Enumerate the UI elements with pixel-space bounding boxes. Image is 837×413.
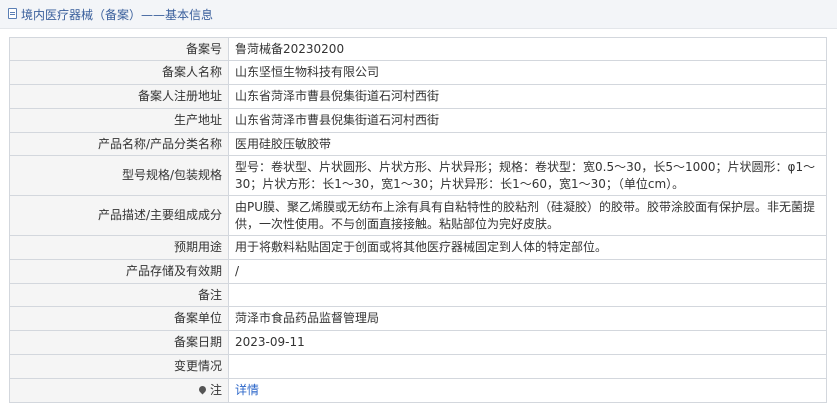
table-row: 备案人名称 山东坚恒生物科技有限公司 bbox=[9, 60, 827, 85]
table-row: 变更情况 bbox=[9, 354, 827, 379]
table-row: 型号规格/包装规格 型号：卷状型、片状圆形、片状方形、片状异形；规格：卷状型：宽… bbox=[9, 155, 827, 196]
field-value-product-description: 由PU膜、聚乙烯膜或无纺布上涂有具有自粘特性的胶粘剂（硅凝胶）的胶带。胶带涂胶面… bbox=[228, 195, 827, 236]
field-value-remarks bbox=[228, 283, 827, 307]
field-label-filing-date: 备案日期 bbox=[9, 330, 229, 355]
field-value-registered-address: 山东省菏泽市曹县倪集街道石河村西街 bbox=[228, 84, 827, 109]
field-label-product-name: 产品名称/产品分类名称 bbox=[9, 132, 229, 156]
field-value-production-address: 山东省菏泽市曹县倪集街道石河村西街 bbox=[228, 108, 827, 133]
field-label-product-description: 产品描述/主要组成成分 bbox=[9, 195, 229, 236]
field-label-registered-address: 备案人注册地址 bbox=[9, 84, 229, 109]
field-value-model-spec: 型号：卷状型、片状圆形、片状方形、片状异形；规格：卷状型：宽0.5～30，长5～… bbox=[228, 155, 827, 196]
details-link[interactable]: 详情 bbox=[235, 383, 259, 397]
field-value-storage-validity: / bbox=[228, 259, 827, 284]
location-pin-icon bbox=[197, 384, 208, 395]
field-label-filer-name: 备案人名称 bbox=[9, 60, 229, 85]
note-label: 注 bbox=[209, 383, 222, 397]
field-label-record-number: 备案号 bbox=[9, 37, 229, 61]
page-header: 境内医疗器械（备案）——基本信息 bbox=[0, 0, 837, 29]
table-row: 备案单位 菏泽市食品药品监督管理局 bbox=[9, 306, 827, 331]
field-label-storage-validity: 产品存储及有效期 bbox=[9, 259, 229, 284]
field-value-product-name: 医用硅胶压敏胶带 bbox=[228, 132, 827, 156]
field-value-intended-use: 用于将敷料粘贴固定于创面或将其他医疗器械固定到人体的特定部位。 bbox=[228, 235, 827, 260]
field-value-record-number: 鲁菏械备20230200 bbox=[228, 37, 827, 61]
table-row: 产品描述/主要组成成分 由PU膜、聚乙烯膜或无纺布上涂有具有自粘特性的胶粘剂（硅… bbox=[9, 195, 827, 236]
table-row: 生产地址 山东省菏泽市曹县倪集街道石河村西街 bbox=[9, 108, 827, 133]
field-value-filing-date: 2023-09-11 bbox=[228, 330, 827, 355]
field-value-filer-name: 山东坚恒生物科技有限公司 bbox=[228, 60, 827, 85]
detail-table: 备案号 鲁菏械备20230200 备案人名称 山东坚恒生物科技有限公司 备案人注… bbox=[9, 37, 827, 403]
field-label-filing-authority: 备案单位 bbox=[9, 306, 229, 331]
field-value-filing-authority: 菏泽市食品药品监督管理局 bbox=[228, 306, 827, 331]
table-row: 产品名称/产品分类名称 医用硅胶压敏胶带 bbox=[9, 132, 827, 156]
table-row: 备案日期 2023-09-11 bbox=[9, 330, 827, 355]
field-label-change-status: 变更情况 bbox=[9, 354, 229, 379]
table-row: 备案号 鲁菏械备20230200 bbox=[9, 37, 827, 61]
document-icon bbox=[8, 8, 17, 19]
field-label-model-spec: 型号规格/包装规格 bbox=[9, 155, 229, 196]
table-row: 产品存储及有效期 / bbox=[9, 259, 827, 284]
field-label-intended-use: 预期用途 bbox=[9, 235, 229, 260]
field-label-note: 注 bbox=[9, 378, 229, 403]
field-value-change-status bbox=[228, 354, 827, 379]
table-row: 注 详情 bbox=[9, 378, 827, 403]
field-label-production-address: 生产地址 bbox=[9, 108, 229, 133]
page-title: 境内医疗器械（备案）——基本信息 bbox=[21, 8, 214, 22]
field-value-note: 详情 bbox=[228, 378, 827, 403]
field-label-remarks: 备注 bbox=[9, 283, 229, 307]
table-row: 备案人注册地址 山东省菏泽市曹县倪集街道石河村西街 bbox=[9, 84, 827, 109]
table-row: 预期用途 用于将敷料粘贴固定于创面或将其他医疗器械固定到人体的特定部位。 bbox=[9, 235, 827, 260]
table-row: 备注 bbox=[9, 283, 827, 307]
